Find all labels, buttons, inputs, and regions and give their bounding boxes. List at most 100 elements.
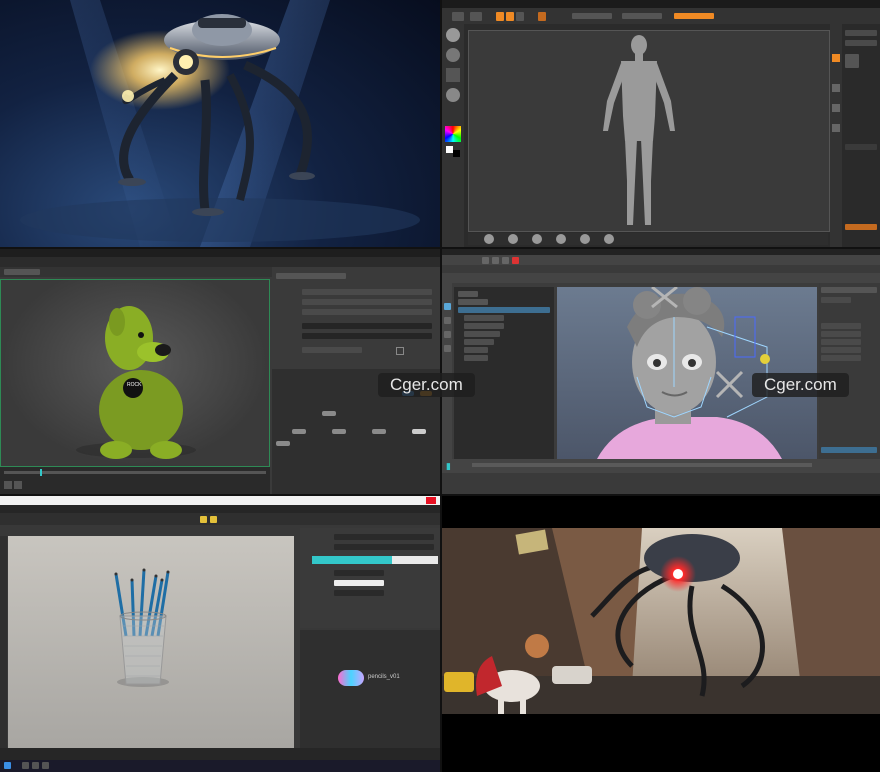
network-node[interactable] [332, 429, 346, 434]
channel-row[interactable] [821, 347, 861, 353]
outliner-item[interactable] [464, 347, 488, 353]
dog-viewport[interactable]: ROCK [0, 279, 270, 467]
material-node[interactable] [338, 670, 364, 686]
rotate-view-button[interactable] [832, 124, 840, 132]
start-icon[interactable] [4, 762, 11, 769]
channel-row[interactable] [821, 287, 877, 293]
channel-row[interactable] [821, 355, 861, 361]
parameter-field[interactable] [302, 309, 432, 315]
timeline-track[interactable] [4, 471, 266, 474]
toolbar-icon[interactable] [482, 257, 489, 264]
rotate-tool-icon[interactable] [444, 331, 451, 338]
pencil-timeline[interactable] [0, 748, 440, 760]
alpha-icon[interactable] [446, 68, 460, 82]
material-icon[interactable] [446, 88, 460, 102]
brush-icon[interactable] [446, 28, 460, 42]
select-tool-icon[interactable] [444, 303, 451, 310]
scale-mode-button[interactable] [516, 12, 524, 21]
color-ramp[interactable] [312, 556, 438, 564]
channel-row[interactable] [821, 297, 851, 303]
intensity-slider[interactable] [674, 13, 714, 19]
subtool-row[interactable] [845, 30, 877, 36]
subtool-thumbnail[interactable] [845, 54, 859, 68]
toolbar-icon[interactable] [492, 257, 499, 264]
draw-mode-button[interactable] [496, 12, 504, 21]
subtool-row[interactable] [845, 40, 877, 46]
outliner-item[interactable] [464, 355, 488, 361]
network-node[interactable] [322, 411, 336, 416]
move-tool-icon[interactable] [444, 317, 451, 324]
draw-size-slider[interactable] [622, 13, 662, 19]
clay-brush-icon[interactable] [484, 234, 494, 244]
network-node[interactable] [276, 441, 290, 446]
timeline-playhead[interactable] [40, 469, 42, 476]
sculpt-tool-button[interactable] [452, 12, 464, 21]
dog-timeline[interactable] [0, 467, 270, 494]
move-mode-button[interactable] [506, 12, 514, 21]
stop-button[interactable] [14, 481, 22, 489]
parameter-field[interactable] [302, 289, 432, 295]
pencil-network-editor[interactable]: pencils_v01 [300, 630, 440, 750]
parameter-field[interactable] [334, 570, 384, 576]
parameter-tab[interactable] [276, 273, 346, 279]
pinch-brush-icon[interactable] [604, 234, 614, 244]
channel-row[interactable] [821, 339, 861, 345]
sculpt-tool-button[interactable] [470, 12, 482, 21]
light-icon[interactable] [210, 516, 217, 523]
outliner-item[interactable] [464, 315, 504, 321]
subtool-row[interactable] [845, 144, 877, 150]
toolbar-icon[interactable] [502, 257, 509, 264]
parameter-field[interactable] [302, 347, 362, 353]
outliner-item[interactable] [464, 331, 500, 337]
window-close-icon[interactable] [396, 347, 404, 355]
taskbar-app-icon[interactable] [32, 762, 39, 769]
outliner-item[interactable] [464, 323, 504, 329]
render-icon[interactable] [512, 257, 519, 264]
taskbar-app-icon[interactable] [22, 762, 29, 769]
parameter-field[interactable] [302, 299, 432, 305]
secondary-color-swatch[interactable] [453, 150, 460, 157]
color-picker-icon[interactable] [445, 126, 461, 142]
move-view-button[interactable] [832, 84, 840, 92]
focal-shift-slider[interactable] [572, 13, 612, 19]
network-node[interactable] [292, 429, 306, 434]
outliner-item[interactable] [464, 339, 494, 345]
parameter-field[interactable] [334, 534, 434, 540]
scene-view-tab[interactable] [4, 269, 40, 275]
sculpt-canvas[interactable] [468, 30, 830, 232]
outliner-item[interactable] [458, 291, 478, 297]
time-slider-track[interactable] [472, 463, 812, 467]
scale-tool-icon[interactable] [444, 345, 451, 352]
parameter-field[interactable] [334, 544, 434, 550]
network-node[interactable] [372, 429, 386, 434]
network-node[interactable] [412, 429, 426, 434]
standard-brush-icon[interactable] [508, 234, 518, 244]
stroke-icon[interactable] [446, 48, 460, 62]
taskbar-app-icon[interactable] [42, 762, 49, 769]
rgb-button[interactable] [538, 12, 546, 21]
play-button[interactable] [4, 481, 12, 489]
parameter-field[interactable] [302, 323, 432, 329]
frame-button[interactable] [832, 54, 840, 62]
pencil-viewport[interactable] [8, 536, 294, 748]
parameter-field[interactable] [302, 333, 432, 339]
range-slider[interactable] [442, 473, 880, 494]
move-brush-icon[interactable] [532, 234, 542, 244]
window-close-icon[interactable] [426, 497, 436, 504]
smooth-brush-icon[interactable] [556, 234, 566, 244]
zoom-view-button[interactable] [832, 104, 840, 112]
parameter-field[interactable] [334, 590, 384, 596]
primary-color-swatch[interactable] [446, 146, 453, 153]
channel-row[interactable] [821, 323, 861, 329]
watermark-label: Cger.com [378, 373, 475, 397]
inflate-brush-icon[interactable] [580, 234, 590, 244]
subtool-active-row[interactable] [845, 224, 877, 230]
layer-row-selected[interactable] [821, 447, 877, 453]
outliner-selected-item[interactable] [458, 307, 550, 313]
time-slider[interactable]: ▮ [442, 459, 880, 473]
dog-menu-bar [0, 249, 440, 257]
channel-row[interactable] [821, 331, 861, 337]
outliner-item[interactable] [458, 299, 488, 305]
light-icon[interactable] [200, 516, 207, 523]
parameter-field[interactable] [334, 580, 384, 586]
